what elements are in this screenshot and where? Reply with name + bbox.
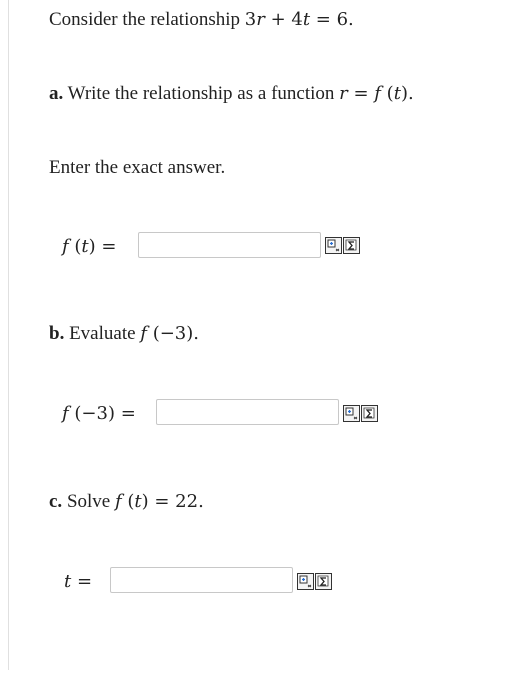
equation-editor-icon[interactable]	[297, 573, 314, 590]
part-c-var-t: t	[134, 491, 142, 512]
sum-symbol-icon[interactable]	[361, 405, 378, 422]
part-a-paren-open: (	[380, 83, 394, 104]
content-border	[8, 0, 9, 670]
part-b-answer-input[interactable]	[156, 399, 339, 425]
part-a-answer-input[interactable]	[138, 232, 321, 258]
equation-editor-icon[interactable]	[325, 237, 342, 254]
intro-text: Consider the relationship	[49, 9, 245, 30]
part-a-equals: =	[347, 83, 375, 104]
part-c-equals-22: ) = 22.	[141, 491, 204, 512]
intro-coef-3: 3	[244, 9, 257, 30]
part-a-var-t: t	[393, 83, 401, 104]
part-b-func-f: f	[140, 323, 147, 344]
part-c-letter: c.	[49, 491, 63, 512]
part-a-paren-close: ).	[400, 83, 414, 104]
problem-intro: Consider the relationship 3r + 4t = 6.	[49, 8, 354, 32]
part-c-text: Solve	[62, 491, 115, 512]
part-b-answer-label: f (−3) =	[62, 401, 136, 426]
sum-symbol-icon[interactable]	[315, 573, 332, 590]
intro-var-r: r	[256, 9, 265, 30]
equation-editor-icon[interactable]	[343, 405, 360, 422]
label-func-f: f	[62, 403, 69, 424]
label-argument-equals: (−3) =	[68, 403, 136, 424]
part-a-instruction: Enter the exact answer.	[49, 157, 226, 178]
part-a-answer-label: f (t) =	[62, 234, 116, 259]
part-c-func-f: f	[114, 491, 122, 512]
part-b-text: Evaluate	[64, 323, 141, 344]
label-func-f: f	[62, 236, 69, 257]
part-a-var-r: r	[339, 83, 348, 104]
part-c-answer-input[interactable]	[110, 567, 293, 593]
label-paren: (	[68, 236, 82, 257]
label-equals: ) =	[88, 236, 117, 257]
part-a-text: Write the relationship as a function	[63, 83, 340, 104]
intro-plus-4: + 4	[264, 9, 303, 30]
intro-var-t: t	[302, 9, 311, 30]
part-c-paren-open: (	[121, 491, 135, 512]
part-a-letter: a.	[49, 83, 64, 104]
part-c-answer-label: t =	[64, 569, 92, 594]
part-a-question: a. Write the relationship as a function …	[49, 82, 414, 106]
part-a-func-f: f	[374, 83, 381, 104]
sum-symbol-icon[interactable]	[343, 237, 360, 254]
intro-equals-6: = 6.	[310, 9, 354, 30]
label-var-t: t	[81, 236, 89, 257]
part-b-argument: (−3).	[146, 323, 199, 344]
part-c-question: c. Solve f (t) = 22.	[49, 490, 204, 514]
label-equals: =	[71, 571, 93, 592]
part-b-question: b. Evaluate f (−3).	[49, 322, 199, 346]
part-b-letter: b.	[49, 323, 65, 344]
